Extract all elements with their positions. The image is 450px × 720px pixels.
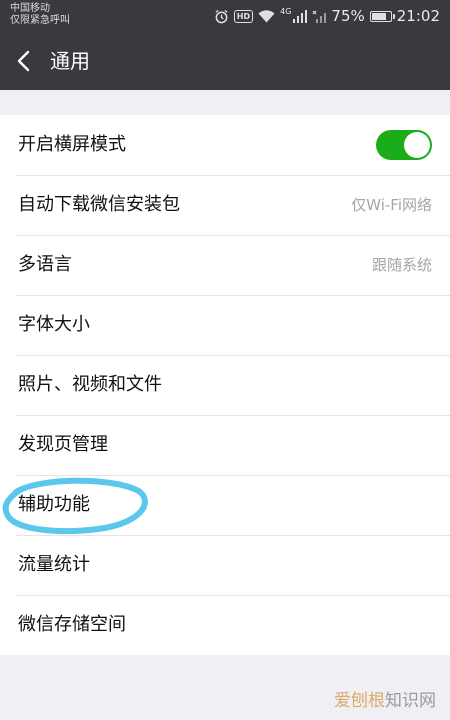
network-type-label: 4G — [280, 6, 292, 16]
hd-icon: HD — [233, 9, 254, 23]
setting-accessibility[interactable]: 辅助功能 — [0, 475, 450, 535]
landscape-mode-toggle[interactable] — [376, 130, 432, 160]
setting-language[interactable]: 多语言 跟随系统 — [0, 235, 450, 295]
navigation-bar: 通用 — [0, 32, 450, 90]
setting-label: 发现页管理 — [18, 434, 108, 455]
watermark-brand: 爱刨根 — [334, 691, 385, 711]
setting-font-size[interactable]: 字体大小 — [0, 295, 450, 355]
setting-storage[interactable]: 微信存储空间 — [0, 595, 450, 655]
setting-label: 字体大小 — [18, 314, 90, 335]
status-bar: 中国移动 仅限紧急呼叫 HD 4G 75% 21:02 — [0, 0, 450, 32]
setting-label: 流量统计 — [18, 554, 90, 575]
carrier-name: 中国移动 — [10, 3, 50, 14]
clock: 21:02 — [396, 7, 440, 25]
setting-auto-download[interactable]: 自动下载微信安装包 仅Wi-Fi网络 — [0, 175, 450, 235]
battery-percent: 75% — [331, 7, 365, 25]
setting-data-usage[interactable]: 流量统计 — [0, 535, 450, 595]
signal-icon — [293, 9, 308, 23]
setting-discover-management[interactable]: 发现页管理 — [0, 415, 450, 475]
setting-label: 微信存储空间 — [18, 614, 126, 635]
setting-label: 辅助功能 — [18, 494, 90, 515]
chevron-left-icon — [17, 50, 30, 72]
watermark: 爱刨根知识网 — [334, 690, 436, 712]
watermark-site: 知识网 — [385, 691, 436, 711]
setting-landscape-mode[interactable]: 开启横屏模式 — [0, 115, 450, 175]
setting-media-files[interactable]: 照片、视频和文件 — [0, 355, 450, 415]
status-icons: HD 4G 75% 21:02 — [214, 6, 440, 26]
setting-value: 跟随系统 — [371, 256, 432, 274]
toggle-knob — [404, 132, 430, 158]
setting-label: 自动下载微信安装包 — [18, 194, 180, 215]
setting-label: 照片、视频和文件 — [18, 374, 162, 395]
battery-icon — [369, 10, 395, 22]
setting-value: 仅Wi-Fi网络 — [351, 196, 432, 214]
battery-level — [371, 12, 386, 20]
no-signal-icon — [312, 10, 327, 23]
back-button[interactable] — [10, 46, 40, 76]
setting-label: 开启横屏模式 — [18, 134, 126, 155]
setting-label: 多语言 — [18, 254, 72, 275]
alarm-icon — [214, 9, 229, 24]
page-title: 通用 — [50, 49, 90, 73]
settings-list: 开启横屏模式 自动下载微信安装包 仅Wi-Fi网络 多语言 跟随系统 字体大小 … — [0, 115, 450, 655]
emergency-only-text: 仅限紧急呼叫 — [10, 15, 70, 26]
carrier-info: 中国移动 仅限紧急呼叫 — [10, 3, 70, 27]
wifi-icon — [258, 9, 275, 23]
